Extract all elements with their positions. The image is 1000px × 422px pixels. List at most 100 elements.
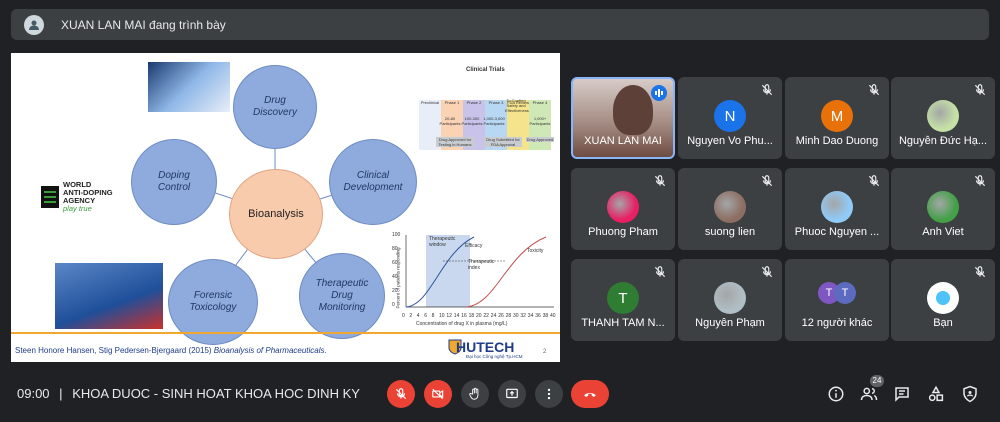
participant-avatar: N [714,100,746,132]
y-tick-label: 40 [392,274,398,280]
camera-off-icon [432,388,444,400]
wada-tagline: play true [63,204,92,213]
participant-avatar [714,282,746,314]
mic-off-icon [395,388,407,400]
phase-label: Phase 3 [488,100,504,105]
meeting-time: 09:00 [17,386,50,401]
participant-name: Anh Viet [922,226,964,238]
phase-label: Phase 4 [532,100,548,105]
participant-avatar: T [834,282,856,304]
chart-yticks: 100 80 60 40 20 0 [392,232,404,312]
end-call-button[interactable] [571,380,609,408]
therapeutic-window-label: Therapeutic window [429,236,456,248]
mic-muted-icon [973,265,989,281]
participant-tile[interactable]: Phuoc Nguyen ... [785,168,889,250]
presenter-label: XUAN LAN MAI đang trình bày [61,17,226,32]
x-tick-label: 20 [476,313,482,319]
therapeutic-monitoring-bubble: Therapeutic Drug Monitoring [299,253,385,339]
x-tick-label: 2 [409,313,413,319]
toxicity-label: Toxicity [527,248,544,254]
chat-button[interactable] [892,384,912,404]
x-tick-label: 6 [424,313,427,319]
participant-tile[interactable]: Nguyễn Đức Hạ... [891,77,995,159]
activities-button[interactable] [926,384,946,404]
end-call-icon [584,392,596,397]
participant-tile[interactable]: T T 12 người khác [785,259,889,341]
x-tick-label: 10 [439,313,445,319]
people-icon [860,387,878,401]
x-tick-label: 0 [402,313,405,319]
citation-book: Bioanalysis of Pharmaceuticals. [213,346,327,355]
citation-authors: Steen Honore Hansen, Stig Pedersen-Bjerg… [15,346,214,355]
presenter-icon [29,20,39,30]
x-tick-label: 8 [431,313,435,319]
participant-name: Nguyên Phạm [695,317,765,329]
bioanalysis-text: Bioanalysis [248,208,304,220]
slide-page-number: 2 [543,349,547,355]
mic-toggle-button[interactable] [387,380,415,408]
participant-tile[interactable]: suong lien [678,168,782,250]
present-button[interactable] [498,380,526,408]
present-icon [506,388,518,399]
lab-image [148,62,230,112]
meeting-details-button[interactable] [826,384,846,404]
x-tick-label: 24 [490,313,497,319]
camera-toggle-button[interactable] [424,380,452,408]
blood-sample-image [55,263,163,329]
speaking-indicator-icon [651,85,667,101]
host-controls-button[interactable] [960,384,980,404]
participant-tile[interactable]: Anh Viet [891,168,995,250]
participant-name: Minh Dao Duong [795,135,879,147]
x-tick-label: 28 [505,313,512,319]
speaker-video [613,85,653,135]
mic-muted-icon [760,174,776,190]
efficacy-label: Efficacy [465,243,483,249]
wada-logo: WORLD ANTI-DOPING AGENCY play true [41,181,113,213]
participant-tile[interactable]: Nguyên Phạm [678,259,782,341]
raise-hand-button[interactable] [461,380,489,408]
chart-xticks: 0 2 4 6 8 10 12 14 16 18 20 22 24 26 28 30 32 34 36 38 40 [402,313,560,321]
y-tick-label: 20 [392,288,398,294]
participants-label: 1,000+ Participants [529,116,551,126]
mic-muted-icon [653,265,669,281]
participant-tile[interactable]: Phuong Pham [571,168,675,250]
approval-label: Drug Submitted for FDA Approval [484,137,522,147]
participant-avatar [927,191,959,223]
slide-footer-line [11,332,560,334]
participant-tile[interactable]: T THANH TAM N... [571,259,675,341]
clinical-trials-title: Clinical Trials [466,67,505,73]
participant-avatar: T [607,282,639,314]
x-tick-label: 22 [483,313,489,319]
therapeutic-index-label: Therapeutic index [468,259,495,271]
mic-muted-icon [867,83,883,99]
participant-name: Bạn [933,317,953,329]
participant-tile[interactable]: N Nguyen Vo Phu... [678,77,782,159]
wada-mark-icon [41,186,59,208]
participant-avatar: M [821,100,853,132]
participant-tile[interactable]: Bạn [891,259,995,341]
phase-label: Preclinical [420,100,440,105]
therapeutic-monitoring-text: Therapeutic Drug Monitoring [315,278,369,313]
y-tick-label: 100 [392,232,401,238]
mic-muted-icon [973,174,989,190]
more-options-button[interactable] [535,380,563,408]
citation: Steen Honore Hansen, Stig Pedersen-Bjerg… [15,346,327,355]
doping-control-text: Doping Control [157,170,191,193]
x-tick-label: 34 [527,313,534,319]
participant-name: Phuong Pham [588,226,658,238]
mic-muted-icon [867,174,883,190]
participant-name: THANH TAM N... [581,317,665,329]
participant-tile-speaker[interactable]: XUAN LAN MAI [571,77,675,159]
mic-muted-icon [760,265,776,281]
drug-discovery-bubble: Drug Discovery [233,65,317,149]
presenter-banner: XUAN LAN MAI đang trình bày [11,9,989,40]
x-tick-label: 30 [513,313,519,319]
people-count-badge: 24 [870,375,884,387]
participants-label: To Confirm Safety and Effectiveness [505,98,529,113]
phase-label: Phase 1 [444,100,460,105]
activities-icon [928,385,944,402]
doping-control-bubble: Doping Control [131,139,217,225]
participant-tile[interactable]: M Minh Dao Duong [785,77,889,159]
x-tick-label: 18 [468,313,475,319]
people-button[interactable] [859,384,879,404]
